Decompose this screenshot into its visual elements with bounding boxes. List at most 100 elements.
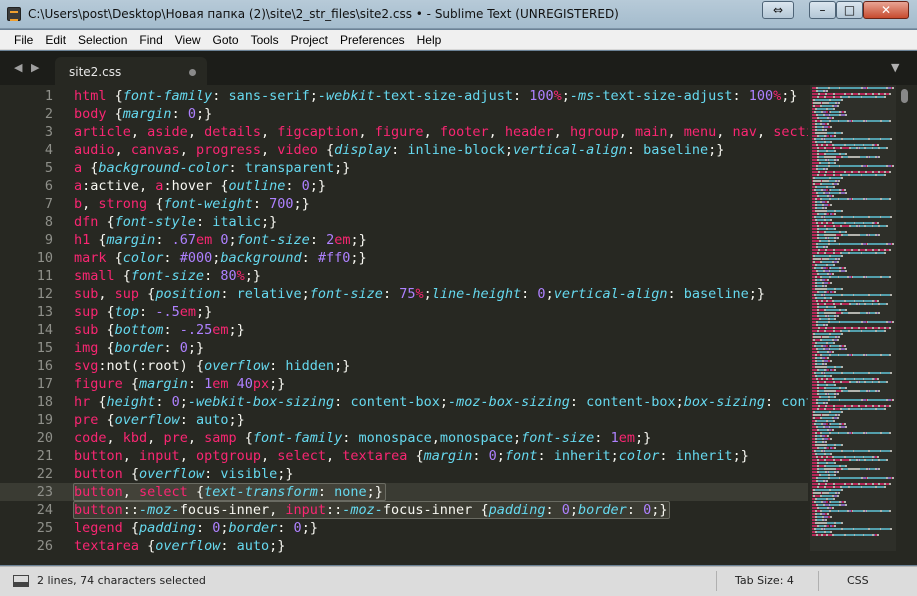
menu-find[interactable]: Find: [133, 33, 168, 47]
code-token: :: [204, 466, 221, 482]
code-line[interactable]: button {overflow: visible;}: [74, 465, 294, 483]
code-line[interactable]: mark {color: #000;background: #ff0;}: [74, 249, 367, 267]
code-token: :hover {: [163, 178, 229, 194]
code-token: {: [98, 304, 115, 320]
menu-selection[interactable]: Selection: [72, 33, 133, 47]
code-token: ,: [553, 124, 570, 140]
code-line[interactable]: h1 {margin: .67em 0;font-size: 2em;}: [74, 231, 367, 249]
minimap-stroke: [855, 222, 863, 224]
code-line[interactable]: button::-moz-focus-inner, input::-moz-fo…: [74, 501, 667, 519]
code-token: {: [122, 466, 140, 482]
menu-tools[interactable]: Tools: [245, 33, 285, 47]
code-token: textarea: [342, 448, 408, 464]
code-line[interactable]: img {border: 0;}: [74, 339, 204, 357]
code-token: aside: [147, 124, 188, 140]
menu-bar: File Edit Selection Find View Goto Tools…: [0, 30, 917, 50]
code-line[interactable]: sup {top: -.5em;}: [74, 303, 212, 321]
code-line[interactable]: a {background-color: transparent;}: [74, 159, 350, 177]
minimap-stroke: [844, 267, 846, 269]
menu-file[interactable]: File: [8, 33, 39, 47]
minimap-stroke: [831, 432, 838, 434]
status-divider: [818, 571, 819, 591]
code-line[interactable]: button, input, optgroup, select, textare…: [74, 447, 749, 465]
minimap-stroke: [850, 174, 861, 176]
code-token: sup: [114, 286, 140, 302]
code-token: ;: [545, 286, 554, 302]
code-token: margin: [122, 106, 172, 122]
tab-forward-icon[interactable]: ▶: [31, 61, 39, 74]
code-token: auto: [195, 412, 229, 428]
minimap[interactable]: [810, 85, 896, 551]
code-line[interactable]: textarea {overflow: auto;}: [74, 537, 285, 555]
minimap-stroke: [832, 117, 834, 119]
code-line[interactable]: html {font-family: sans-serif;-webkit-te…: [74, 87, 798, 105]
code-line[interactable]: hr {height: 0;-webkit-box-sizing: conten…: [74, 393, 808, 411]
scrollbar-thumb[interactable]: [901, 89, 908, 103]
code-line[interactable]: article, aside, details, figcaption, fig…: [74, 123, 808, 141]
maximize-button[interactable]: □: [836, 1, 863, 19]
code-token: ;}: [195, 106, 213, 122]
minimap-stroke: [822, 198, 829, 200]
line-number: 13: [36, 304, 53, 320]
minimap-stroke: [817, 453, 824, 455]
editor-pane[interactable]: html {font-family: sans-serif;-webkit-te…: [0, 85, 917, 565]
code-line[interactable]: sub, sup {position: relative;font-size: …: [74, 285, 765, 303]
minimap-stroke: [827, 123, 829, 125]
minimap-stroke: [831, 489, 841, 491]
close-button[interactable]: ✕: [863, 1, 909, 19]
minimap-stroke: [827, 435, 829, 437]
minimap-stroke: [826, 96, 833, 98]
minimap-stroke: [826, 147, 833, 149]
menu-view[interactable]: View: [169, 33, 207, 47]
code-line[interactable]: b, strong {font-weight: 700;}: [74, 195, 310, 213]
code-line[interactable]: pre {overflow: auto;}: [74, 411, 245, 429]
tab-size-selector[interactable]: Tab Size: 4: [735, 574, 794, 587]
code-token: ,: [260, 448, 278, 464]
code-line[interactable]: code, kbd, pre, samp {font-family: monos…: [74, 429, 651, 447]
minimap-stroke: [825, 129, 827, 131]
code-token: {: [90, 394, 107, 410]
tab-site2-css[interactable]: site2.css: [55, 57, 207, 85]
minimap-stroke: [841, 333, 843, 335]
code-token: html: [74, 88, 107, 104]
menu-goto[interactable]: Goto: [207, 33, 245, 47]
code-line[interactable]: svg:not(:root) {overflow: hidden;}: [74, 357, 350, 375]
code-line[interactable]: button, select {text-transform: none;}: [74, 483, 383, 501]
code-line[interactable]: body {margin: 0;}: [74, 105, 212, 123]
menu-project[interactable]: Project: [285, 33, 334, 47]
menu-edit[interactable]: Edit: [39, 33, 72, 47]
menu-preferences[interactable]: Preferences: [334, 33, 411, 47]
code-line[interactable]: legend {padding: 0;border: 0;}: [74, 519, 318, 537]
unsaved-dot-icon[interactable]: [189, 69, 196, 76]
code-area[interactable]: html {font-family: sans-serif;-webkit-te…: [0, 85, 808, 565]
code-token: ;}: [228, 322, 245, 338]
code-line[interactable]: sub {bottom: -.25em;}: [74, 321, 245, 339]
code-token: {: [82, 160, 99, 176]
minimap-stroke: [850, 252, 861, 254]
tab-list-dropdown-icon[interactable]: ▼: [891, 61, 899, 74]
code-token: {: [236, 430, 253, 446]
code-line[interactable]: audio, canvas, progress, video {display:…: [74, 141, 724, 159]
minimap-stroke: [838, 180, 840, 182]
minimap-stroke: [825, 294, 841, 296]
vertical-scrollbar[interactable]: [897, 85, 917, 565]
minimap-stroke: [830, 504, 839, 506]
code-line[interactable]: a:active, a:hover {outline: 0;}: [74, 177, 326, 195]
code-line[interactable]: small {font-size: 80%;}: [74, 267, 261, 285]
minimap-stroke: [841, 288, 843, 290]
code-token: ,: [431, 430, 440, 446]
code-token: :: [220, 538, 237, 554]
code-line[interactable]: figure {margin: 1em 40px;}: [74, 375, 285, 393]
syntax-selector[interactable]: CSS: [847, 574, 869, 587]
show-panel-icon[interactable]: [13, 575, 29, 587]
minimize-button[interactable]: –: [809, 1, 836, 19]
restore-layout-button[interactable]: ⇔: [762, 1, 794, 19]
tab-back-icon[interactable]: ◀: [14, 61, 22, 74]
minimap-stroke: [886, 147, 888, 149]
code-token: ;}: [301, 520, 318, 536]
minimap-stroke: [837, 315, 839, 317]
menu-help[interactable]: Help: [411, 33, 448, 47]
code-line[interactable]: dfn {font-style: italic;}: [74, 213, 277, 231]
code-token: ;: [504, 142, 514, 158]
minimap-stroke: [834, 228, 836, 230]
